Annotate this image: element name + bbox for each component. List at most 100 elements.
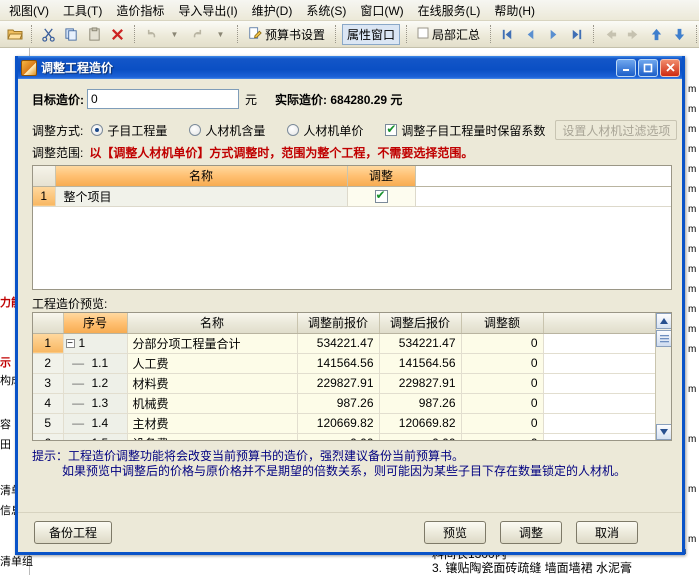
table-row[interactable]: 4 — 1.3 机械费 987.26 987.26 0 — [33, 393, 655, 414]
preview-row-delta: 0 — [461, 413, 544, 434]
radio-button-icon — [91, 124, 104, 136]
keep-coefficient-checkbox[interactable]: 调整子目工程量时保留系数 — [385, 122, 545, 139]
radio-lmm-content-label: 人材机含量 — [205, 123, 266, 138]
preview-row-after: 141564.56 — [379, 353, 462, 374]
maximize-button[interactable] — [638, 58, 658, 77]
preview-row-pad — [543, 353, 655, 374]
move-up-icon[interactable] — [646, 24, 667, 45]
cost-preview-grid: 序号 名称 调整前报价 调整后报价 调整额 1 − 1 分部分项工程量合计 53… — [33, 313, 655, 440]
cost-row: 目标造价: 元 实际造价: 684280.29 元 — [32, 89, 402, 109]
table-row[interactable]: 1 −1 分部分项工程量合计 534221.47 534221.47 0 — [33, 333, 655, 354]
preview-row-name: 人工费 — [127, 353, 298, 374]
toolbar-separator-1 — [31, 25, 32, 43]
menu-item-help[interactable]: 帮助(H) — [487, 0, 542, 21]
edit-document-icon — [248, 26, 262, 42]
dialog-titlebar[interactable]: 调整工程造价 — [18, 56, 682, 79]
preview-col-pad — [543, 313, 655, 334]
unit-label: m — [688, 284, 697, 295]
checkbox-icon[interactable] — [374, 188, 388, 204]
adjust-scope-row: 调整范围: 以【调整人材机单价】方式调整时，范围为整个工程，不需要选择范围。 — [32, 144, 473, 161]
preview-row-seq: — 1.3 — [63, 393, 128, 414]
scissors-icon[interactable] — [38, 24, 59, 45]
folder-open-icon[interactable] — [4, 24, 25, 45]
menu-item-tools[interactable]: 工具(T) — [56, 0, 109, 21]
minimize-button[interactable] — [616, 58, 636, 77]
preview-seq-text: 1.3 — [91, 396, 109, 410]
move-right-icon[interactable] — [623, 24, 644, 45]
app-toolbar: ▼ ▼ 预算书设置 属性窗口 局部汇总 — [0, 21, 699, 48]
menu-item-cost-index[interactable]: 造价指标 — [109, 0, 171, 21]
budget-settings-button[interactable]: 预算书设置 — [244, 24, 329, 45]
preview-row-after: 534221.47 — [379, 333, 462, 354]
set-lmm-filter-options-button[interactable]: 设置人材机过滤选项 — [555, 120, 678, 140]
adjust-scope-table[interactable]: 名称 调整 1 整个项目 — [32, 165, 672, 290]
red-x-icon[interactable] — [107, 24, 128, 45]
menu-item-import-export[interactable]: 导入导出(I) — [171, 0, 244, 21]
menu-item-online-service[interactable]: 在线服务(L) — [411, 0, 488, 21]
nav-next-icon[interactable] — [543, 24, 564, 45]
local-summary-label: 局部汇总 — [432, 27, 481, 42]
menu-item-maintenance[interactable]: 维护(D) — [245, 0, 300, 21]
table-row[interactable]: 6 — 1.5 设备费 0.00 0.00 0 — [33, 433, 655, 440]
toolbar-separator-7 — [593, 25, 595, 43]
chevron-down-icon[interactable] — [656, 424, 671, 440]
preview-row-before: 229827.91 — [297, 373, 380, 394]
target-cost-input[interactable] — [87, 89, 239, 109]
unit-label: m — [688, 144, 697, 155]
menu-item-window[interactable]: 窗口(W) — [353, 0, 410, 21]
scope-row-adjust-cell[interactable] — [347, 186, 416, 207]
preview-vertical-scrollbar[interactable] — [655, 313, 671, 440]
menu-item-system[interactable]: 系统(S) — [299, 0, 353, 21]
preview-row-delta: 0 — [461, 373, 544, 394]
nav-last-icon[interactable] — [566, 24, 587, 45]
scope-row-pad — [415, 186, 671, 207]
preview-row-seq: — 1.2 — [63, 373, 128, 394]
radio-sub-item-quantity[interactable]: 子目工程量 — [91, 122, 167, 139]
unit-label: m — [688, 224, 697, 235]
table-row[interactable]: 3 — 1.2 材料费 229827.91 229827.91 0 — [33, 373, 655, 394]
nav-first-icon[interactable] — [497, 24, 518, 45]
backup-project-button[interactable]: 备份工程 — [34, 521, 112, 544]
nav-prev-icon[interactable] — [520, 24, 541, 45]
chevron-up-icon[interactable] — [656, 313, 671, 329]
dialog-body: 目标造价: 元 实际造价: 684280.29 元 调整方式: 子目工程量 人材… — [18, 79, 682, 552]
unit-label: m — [688, 534, 697, 545]
undo-arrow-icon[interactable] — [141, 24, 162, 45]
adjust-button[interactable]: 调整 — [500, 521, 562, 544]
background-unit-column: m m m m m m m m m m m m m m m m m m — [686, 48, 699, 575]
cost-preview-table[interactable]: 序号 名称 调整前报价 调整后报价 调整额 1 − 1 分部分项工程量合计 53… — [32, 312, 672, 441]
redo-arrow-icon[interactable] — [187, 24, 208, 45]
paste-icon[interactable] — [84, 24, 105, 45]
radio-button-icon — [189, 124, 202, 136]
property-window-button[interactable]: 属性窗口 — [342, 23, 401, 45]
scope-row-number: 1 — [33, 186, 56, 207]
table-row[interactable]: 5 — 1.4 主材费 120669.82 120669.82 0 — [33, 413, 655, 434]
target-cost-label: 目标造价: — [32, 92, 84, 107]
redo-dropdown-icon[interactable]: ▼ — [210, 24, 231, 45]
tree-branch-icon: — — [65, 356, 88, 370]
move-left-icon[interactable] — [600, 24, 621, 45]
adjust-scope-label: 调整范围: — [32, 146, 84, 160]
scope-table: 名称 调整 1 整个项目 — [33, 166, 671, 207]
tree-collapse-icon[interactable]: − — [65, 339, 75, 349]
undo-dropdown-icon[interactable]: ▼ — [164, 24, 185, 45]
toolbar-separator-8 — [696, 25, 698, 43]
close-button[interactable] — [660, 58, 680, 77]
table-row[interactable]: 2 — 1.1 人工费 141564.56 141564.56 0 — [33, 353, 655, 374]
unit-label: m — [688, 184, 697, 195]
cancel-button[interactable]: 取消 — [576, 521, 638, 544]
preview-button[interactable]: 预览 — [424, 521, 486, 544]
move-down-icon[interactable] — [669, 24, 690, 45]
copy-icon[interactable] — [61, 24, 82, 45]
scrollbar-thumb[interactable] — [656, 330, 671, 347]
preview-row-after: 987.26 — [379, 393, 462, 414]
table-row[interactable]: 1 整个项目 — [33, 186, 671, 207]
radio-button-icon — [287, 124, 300, 136]
menu-item-view[interactable]: 视图(V) — [2, 0, 56, 21]
hint-line-2: 如果预览中调整后的价格与原价格并不是期望的倍数关系，则可能因为某些子目下存在数量… — [62, 464, 627, 478]
radio-sub-item-quantity-label: 子目工程量 — [107, 123, 168, 138]
preview-row-after: 229827.91 — [379, 373, 462, 394]
radio-labor-material-machine-content[interactable]: 人材机含量 — [189, 122, 265, 139]
local-summary-button[interactable]: 局部汇总 — [413, 24, 484, 45]
radio-labor-material-machine-price[interactable]: 人材机单价 — [287, 122, 363, 139]
